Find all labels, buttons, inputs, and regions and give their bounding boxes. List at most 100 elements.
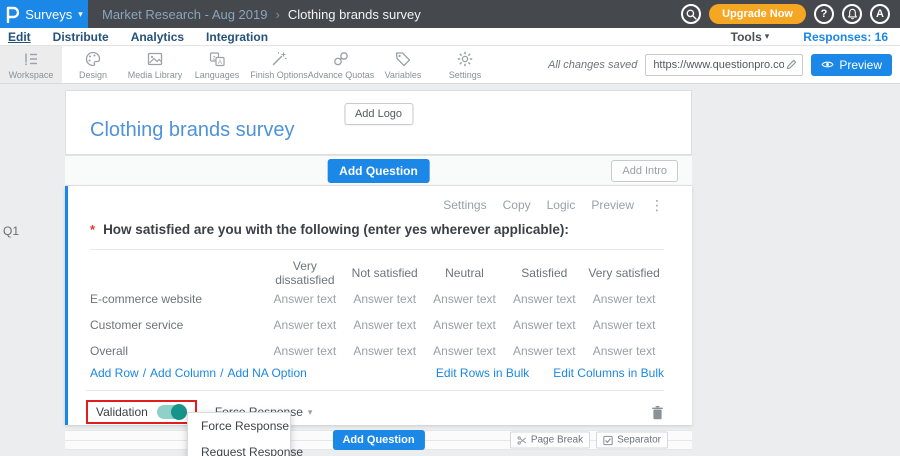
avatar[interactable]: A: [870, 4, 890, 24]
delete-question-button[interactable]: [651, 405, 664, 420]
matrix-cell[interactable]: Answer text: [504, 318, 584, 332]
matrix-cell[interactable]: Answer text: [504, 292, 584, 306]
matrix-cell[interactable]: Answer text: [425, 292, 505, 306]
matrix-column-header[interactable]: Very dissatisfied: [265, 259, 345, 287]
tab-integration[interactable]: Integration: [206, 30, 268, 44]
toolbar-item-settings[interactable]: Settings: [434, 46, 496, 83]
matrix-row-label[interactable]: E-commerce website: [90, 292, 265, 306]
kebab-menu-icon[interactable]: ⋮: [650, 198, 664, 212]
product-name: Surveys: [25, 7, 72, 22]
app-frame: Surveys ▾ Market Research - Aug 2019 › C…: [0, 0, 900, 456]
menu-item-request-response[interactable]: Request Response: [188, 439, 290, 456]
toolbar-right: All changes saved Preview: [548, 46, 892, 83]
add-question-strip-bottom: Add Question Page Break Separator: [65, 430, 692, 450]
link-separator: /: [220, 366, 223, 380]
question-text-row[interactable]: * How satisfied are you with the followi…: [90, 222, 664, 250]
matrix-cell[interactable]: Answer text: [504, 344, 584, 358]
matrix-column-header[interactable]: Neutral: [425, 266, 505, 280]
page-break-button[interactable]: Page Break: [510, 432, 590, 449]
matrix-cell[interactable]: Answer text: [345, 292, 425, 306]
toolbar-item-design[interactable]: Design: [62, 46, 124, 83]
toolbar-label: Finish Options: [250, 70, 308, 80]
caret-down-icon: ▾: [78, 10, 83, 19]
question-actions: Settings Copy Logic Preview ⋮: [443, 198, 664, 212]
add-column-link[interactable]: Add Column: [150, 366, 216, 380]
edit-columns-bulk-link[interactable]: Edit Columns in Bulk: [553, 366, 664, 380]
add-question-button-top[interactable]: Add Question: [327, 159, 430, 183]
survey-url-input[interactable]: [651, 58, 786, 72]
preview-button[interactable]: Preview: [811, 54, 892, 76]
tab-edit[interactable]: Edit: [8, 30, 31, 44]
matrix-column-header[interactable]: Not satisfied: [345, 266, 425, 280]
survey-canvas: Q1 Add Logo Clothing brands survey Add Q…: [0, 84, 900, 456]
add-intro-button[interactable]: Add Intro: [611, 160, 678, 182]
links-left: Add Row / Add Column / Add NA Option: [90, 366, 307, 380]
matrix-cell[interactable]: Answer text: [425, 344, 505, 358]
question-preview-link[interactable]: Preview: [591, 198, 634, 212]
separator-label: Separator: [617, 435, 661, 446]
matrix-cell[interactable]: Answer text: [345, 344, 425, 358]
upgrade-now-button[interactable]: Upgrade Now: [709, 4, 806, 24]
tools-menu[interactable]: Tools ▾: [731, 30, 770, 44]
help-button[interactable]: ?: [814, 4, 834, 24]
menu-item-force-response[interactable]: Force Response: [188, 413, 290, 439]
notifications-button[interactable]: [842, 4, 862, 24]
validation-toggle[interactable]: [157, 405, 187, 419]
toolbar-label: Design: [79, 70, 107, 80]
question-logic-link[interactable]: Logic: [547, 198, 576, 212]
matrix-cell[interactable]: Answer text: [265, 318, 345, 332]
matrix-cell[interactable]: Answer text: [584, 292, 664, 306]
breadcrumb: Market Research - Aug 2019 › Clothing br…: [102, 7, 421, 22]
toolbar-item-languages[interactable]: zA Languages: [186, 46, 248, 83]
matrix-cell[interactable]: Answer text: [425, 318, 505, 332]
validation-row: Validation Force Response ▾: [86, 390, 664, 424]
toolbar-item-variables[interactable]: Variables: [372, 46, 434, 83]
matrix-cell[interactable]: Answer text: [265, 292, 345, 306]
tab-analytics[interactable]: Analytics: [131, 30, 184, 44]
validation-highlight-box: Validation: [86, 400, 197, 424]
survey-title[interactable]: Clothing brands survey: [90, 119, 295, 142]
matrix-column-header[interactable]: Satisfied: [504, 266, 584, 280]
breadcrumb-survey: Clothing brands survey: [288, 7, 421, 22]
matrix-row: Overall Answer text Answer text Answer t…: [90, 338, 664, 364]
matrix-row-label[interactable]: Overall: [90, 344, 265, 358]
add-na-option-link[interactable]: Add NA Option: [227, 366, 306, 380]
edit-pencil-icon[interactable]: [786, 59, 797, 70]
separator-button[interactable]: Separator: [596, 432, 668, 449]
matrix-row-label[interactable]: Customer service: [90, 318, 265, 332]
question-copy-link[interactable]: Copy: [503, 198, 531, 212]
editor-toolbar: Workspace Design Media Library zA Langua…: [0, 46, 900, 84]
add-logo-button[interactable]: Add Logo: [344, 103, 413, 125]
matrix-table: Very dissatisfied Not satisfied Neutral …: [90, 260, 664, 364]
toolbar-item-finish-options[interactable]: Finish Options: [248, 46, 310, 83]
add-row-link[interactable]: Add Row: [90, 366, 139, 380]
edit-rows-bulk-link[interactable]: Edit Rows in Bulk: [436, 366, 529, 380]
breadcrumb-separator-icon: ›: [275, 7, 279, 22]
design-palette-icon: [84, 50, 102, 68]
link-separator: /: [143, 366, 146, 380]
question-text[interactable]: How satisfied are you with the following…: [103, 222, 569, 237]
toolbar-item-media-library[interactable]: Media Library: [124, 46, 186, 83]
responses-link[interactable]: Responses: 16: [803, 30, 888, 44]
matrix-cell[interactable]: Answer text: [265, 344, 345, 358]
svg-text:z: z: [213, 55, 216, 61]
save-status: All changes saved: [548, 59, 637, 71]
toolbar-label: Languages: [195, 70, 240, 80]
page-break-label: Page Break: [531, 435, 583, 446]
matrix-column-header[interactable]: Very satisfied: [584, 266, 664, 280]
question-settings-link[interactable]: Settings: [443, 198, 486, 212]
toolbar-item-advance-quotas[interactable]: Advance Quotas: [310, 46, 372, 83]
survey-url-box: [645, 54, 803, 76]
matrix-cell[interactable]: Answer text: [584, 344, 664, 358]
tab-distribute[interactable]: Distribute: [53, 30, 109, 44]
bell-icon: [847, 8, 858, 20]
matrix-cell[interactable]: Answer text: [584, 318, 664, 332]
matrix-cell[interactable]: Answer text: [345, 318, 425, 332]
toolbar-item-workspace[interactable]: Workspace: [0, 46, 62, 83]
search-button[interactable]: [681, 4, 701, 24]
add-question-button-bottom[interactable]: Add Question: [332, 430, 424, 450]
gear-icon: [456, 50, 474, 68]
breadcrumb-folder[interactable]: Market Research - Aug 2019: [102, 7, 267, 22]
surveys-menu[interactable]: Surveys ▾: [0, 0, 88, 28]
workspace-icon: [22, 50, 40, 68]
